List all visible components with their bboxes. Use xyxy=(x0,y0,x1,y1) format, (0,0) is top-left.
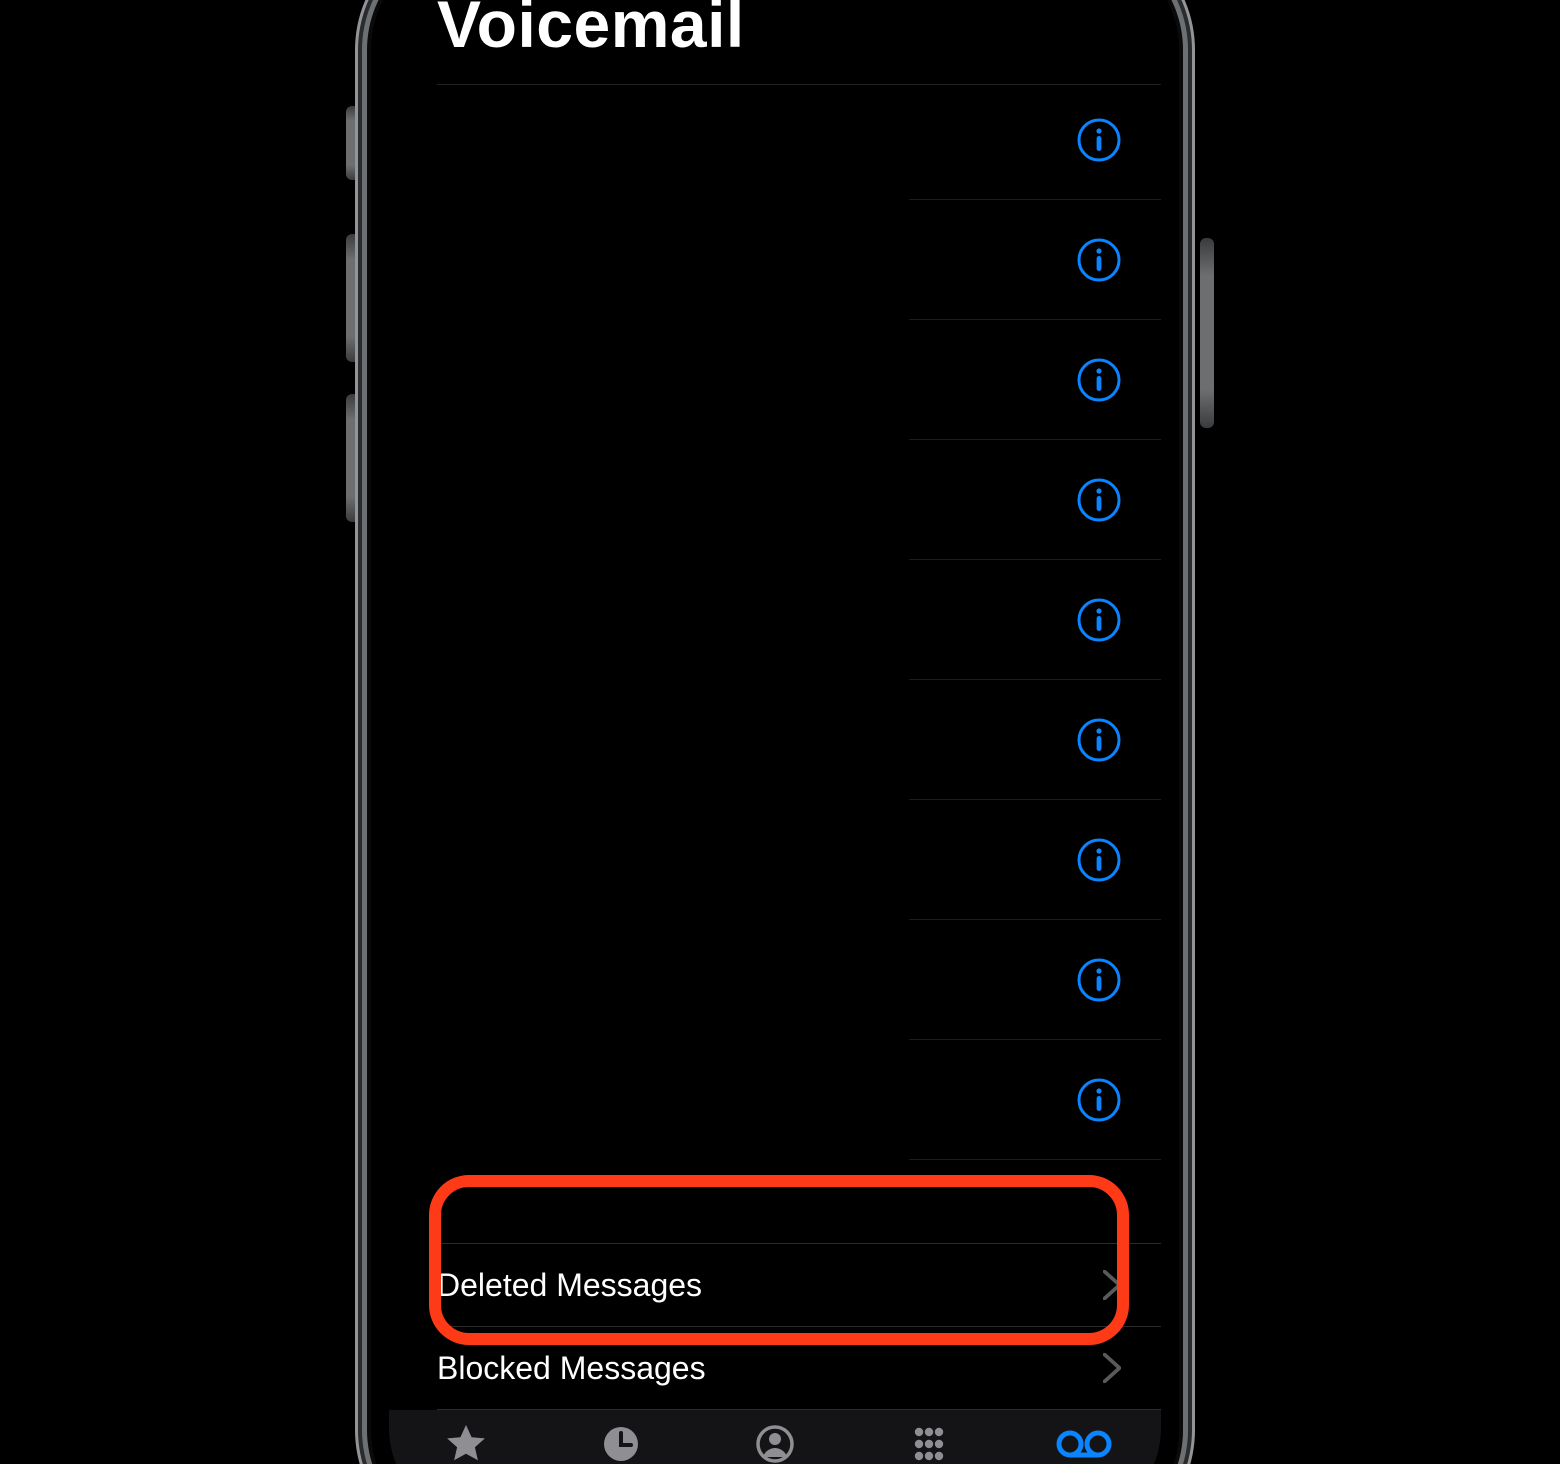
voicemail-row[interactable] xyxy=(389,320,1161,440)
info-icon[interactable] xyxy=(1077,118,1121,162)
info-icon[interactable] xyxy=(1077,598,1121,642)
volume-up-button[interactable] xyxy=(346,234,360,362)
voicemail-row[interactable] xyxy=(389,200,1161,320)
voicemail-row[interactable] xyxy=(389,560,1161,680)
clock-icon xyxy=(601,1422,641,1464)
power-button[interactable] xyxy=(1200,238,1214,428)
voicemail-row[interactable] xyxy=(389,1040,1161,1160)
phone-frame: Voicemail Deleted Messages xyxy=(371,0,1179,1464)
info-icon[interactable] xyxy=(1077,718,1121,762)
voicemail-row[interactable] xyxy=(389,920,1161,1040)
star-icon xyxy=(444,1422,488,1464)
keypad-icon xyxy=(909,1422,949,1464)
tab-keypad[interactable]: Keypad xyxy=(852,1422,1006,1464)
deleted-messages-row[interactable]: Deleted Messages xyxy=(389,1244,1161,1326)
chevron-right-icon xyxy=(1103,1270,1121,1300)
voicemail-list xyxy=(389,80,1161,1322)
info-icon[interactable] xyxy=(1077,238,1121,282)
page-title: Voicemail xyxy=(437,0,1113,62)
voicemail-icon xyxy=(1056,1422,1112,1464)
blocked-messages-label: Blocked Messages xyxy=(437,1350,706,1387)
volume-down-button[interactable] xyxy=(346,394,360,522)
divider xyxy=(909,1159,1161,1160)
voicemail-row[interactable] xyxy=(389,680,1161,800)
person-circle-icon xyxy=(755,1422,795,1464)
screen: Voicemail Deleted Messages xyxy=(389,0,1161,1464)
tab-bar: Favorites Recents Contacts xyxy=(389,1410,1161,1464)
tab-favorites[interactable]: Favorites xyxy=(389,1422,543,1464)
voicemail-row[interactable] xyxy=(389,80,1161,200)
voicemail-row[interactable] xyxy=(389,440,1161,560)
mute-switch[interactable] xyxy=(346,106,360,180)
tab-contacts[interactable]: Contacts xyxy=(698,1422,852,1464)
blocked-messages-row[interactable]: Blocked Messages xyxy=(389,1327,1161,1409)
tab-recents[interactable]: Recents xyxy=(543,1422,697,1464)
chevron-right-icon xyxy=(1103,1353,1121,1383)
deleted-messages-label: Deleted Messages xyxy=(437,1267,702,1304)
info-icon[interactable] xyxy=(1077,838,1121,882)
info-icon[interactable] xyxy=(1077,958,1121,1002)
info-icon[interactable] xyxy=(1077,358,1121,402)
info-icon[interactable] xyxy=(1077,1078,1121,1122)
bottom-links: Deleted Messages Blocked Messages xyxy=(389,1243,1161,1410)
voicemail-row[interactable] xyxy=(389,800,1161,920)
info-icon[interactable] xyxy=(1077,478,1121,522)
tab-voicemail[interactable]: Voicemail xyxy=(1007,1422,1161,1464)
